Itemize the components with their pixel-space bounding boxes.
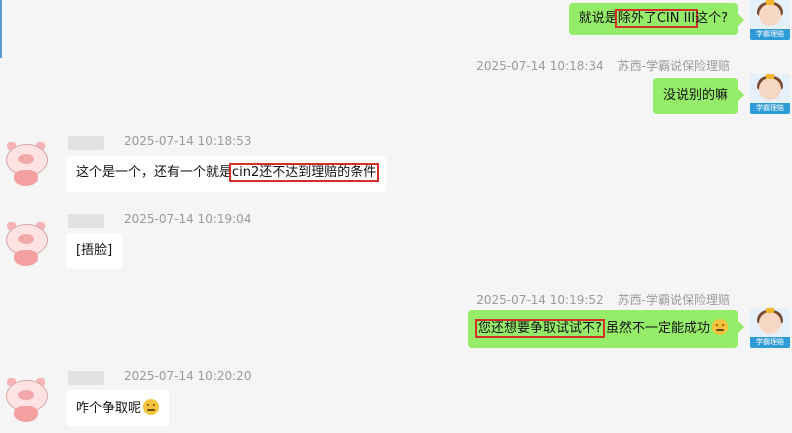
message-text: 没说别的嘛	[662, 88, 728, 103]
message-bubble-2[interactable]: 没说别的嘛	[652, 78, 745, 114]
timestamp: 2025-07-14 10:19:52	[476, 293, 604, 307]
thinking-emoji-icon	[712, 319, 728, 335]
highlight-box: 您还想要争取试试不?	[474, 319, 605, 338]
message-bubble-5[interactable]: 您还想要争取试试不? 虽然不一定能成功	[467, 310, 745, 348]
message-meta: 2025-07-14 10:20:20	[124, 369, 251, 383]
message-text: 这个?	[695, 11, 728, 26]
sender-name-blurred	[68, 371, 104, 385]
message-text: 虽然不一定能成功	[605, 321, 710, 336]
message-meta: 2025-07-14 10:19:04	[124, 212, 251, 226]
message-bubble-1[interactable]: 就说是除外了CIN III这个?	[568, 3, 745, 35]
timestamp: 2025-07-14 10:18:34	[476, 59, 604, 73]
contact-avatar[interactable]	[2, 140, 50, 188]
message-text: [捂脸]	[76, 243, 113, 258]
message-text: 就说是	[578, 11, 618, 26]
message-bubble-6[interactable]: 咋个争取呢	[66, 390, 170, 426]
sender-name-blurred	[68, 136, 104, 150]
message-bubble-3[interactable]: 这个是一个，还有一个就是cin2还不达到理赔的条件	[66, 156, 387, 192]
my-avatar[interactable]: 学霸理赔	[750, 308, 790, 348]
avatar-tag: 学霸理赔	[750, 29, 790, 40]
highlight-box: 除外了CIN III	[614, 9, 699, 28]
sender-name: 苏西-学霸说保险理赔	[617, 293, 730, 307]
contact-avatar[interactable]	[2, 220, 50, 268]
avatar-tag: 学霸理赔	[750, 103, 790, 114]
message-meta: 2025-07-14 10:18:53	[124, 134, 251, 148]
message-text: 这个是一个，还有一个就是	[76, 165, 233, 180]
avatar-tag: 学霸理赔	[750, 337, 790, 348]
timestamp: 2025-07-14 10:18:53	[124, 134, 252, 148]
message-meta: 2025-07-14 10:18:34 苏西-学霸说保险理赔	[476, 57, 730, 74]
message-bubble-4[interactable]: [捂脸]	[66, 233, 123, 269]
thinking-emoji-icon	[143, 399, 160, 415]
message-text: 咋个争取呢	[76, 401, 142, 416]
contact-avatar[interactable]	[2, 376, 50, 424]
timestamp: 2025-07-14 10:19:04	[124, 212, 252, 226]
sender-name-blurred	[68, 214, 104, 228]
highlight-box: cin2还不达到理赔的条件	[229, 163, 380, 182]
my-avatar[interactable]: 学霸理赔	[750, 0, 790, 40]
timestamp: 2025-07-14 10:20:20	[124, 369, 252, 383]
my-avatar[interactable]: 学霸理赔	[750, 74, 790, 114]
window-edge-accent	[0, 0, 2, 58]
message-meta: 2025-07-14 10:19:52 苏西-学霸说保险理赔	[476, 291, 730, 308]
sender-name: 苏西-学霸说保险理赔	[617, 59, 730, 73]
